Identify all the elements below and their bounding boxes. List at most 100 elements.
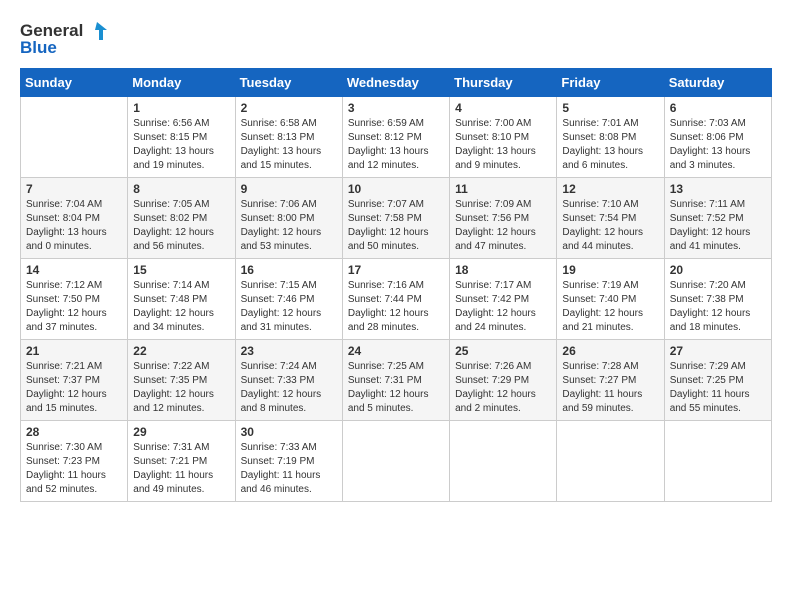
day-cell: 10 Sunrise: 7:07 AM Sunset: 7:58 PM Dayli…	[342, 178, 449, 259]
day-cell: 28 Sunrise: 7:30 AM Sunset: 7:23 PM Dayli…	[21, 421, 128, 502]
day-info: Sunrise: 7:03 AM Sunset: 8:06 PM Dayligh…	[670, 117, 766, 173]
day-number: 24	[348, 344, 444, 358]
logo-blue: Blue	[20, 38, 57, 58]
day-info: Sunrise: 7:06 AM Sunset: 8:00 PM Dayligh…	[241, 198, 337, 254]
day-cell: 23 Sunrise: 7:24 AM Sunset: 7:33 PM Dayli…	[235, 340, 342, 421]
day-number: 1	[133, 101, 229, 115]
calendar: SundayMondayTuesdayWednesdayThursdayFrid…	[20, 68, 772, 502]
day-number: 7	[26, 182, 122, 196]
day-info: Sunrise: 7:26 AM Sunset: 7:29 PM Dayligh…	[455, 360, 551, 416]
day-cell	[21, 97, 128, 178]
day-number: 19	[562, 263, 658, 277]
day-cell: 4 Sunrise: 7:00 AM Sunset: 8:10 PM Daylig…	[450, 97, 557, 178]
week-row-1: 1 Sunrise: 6:56 AM Sunset: 8:15 PM Daylig…	[21, 97, 772, 178]
logo-container: General Blue	[20, 20, 107, 58]
day-info: Sunrise: 7:01 AM Sunset: 8:08 PM Dayligh…	[562, 117, 658, 173]
day-number: 6	[670, 101, 766, 115]
day-cell: 2Sunrise: 6:58 AM Sunset: 8:13 PM Daylig…	[235, 97, 342, 178]
day-number: 4	[455, 101, 551, 115]
day-number: 2	[241, 101, 337, 115]
day-info: Sunrise: 6:56 AM Sunset: 8:15 PM Dayligh…	[133, 117, 229, 173]
day-info: Sunrise: 7:00 AM Sunset: 8:10 PM Dayligh…	[455, 117, 551, 173]
day-cell: 27 Sunrise: 7:29 AM Sunset: 7:25 PM Dayli…	[664, 340, 771, 421]
day-number: 10	[348, 182, 444, 196]
day-number: 30	[241, 425, 337, 439]
day-cell: 24 Sunrise: 7:25 AM Sunset: 7:31 PM Dayli…	[342, 340, 449, 421]
week-row-4: 21 Sunrise: 7:21 AM Sunset: 7:37 PM Dayli…	[21, 340, 772, 421]
day-info: Sunrise: 7:33 AM Sunset: 7:19 PM Dayligh…	[241, 441, 337, 497]
day-cell	[557, 421, 664, 502]
day-number: 17	[348, 263, 444, 277]
day-cell: 17Sunrise: 7:16 AM Sunset: 7:44 PM Dayli…	[342, 259, 449, 340]
day-info: Sunrise: 7:14 AM Sunset: 7:48 PM Dayligh…	[133, 279, 229, 335]
day-info: Sunrise: 7:29 AM Sunset: 7:25 PM Dayligh…	[670, 360, 766, 416]
day-header-tuesday: Tuesday	[235, 69, 342, 97]
day-header-thursday: Thursday	[450, 69, 557, 97]
day-cell: 22 Sunrise: 7:22 AM Sunset: 7:35 PM Dayli…	[128, 340, 235, 421]
logo-bird-icon	[85, 20, 107, 42]
day-header-wednesday: Wednesday	[342, 69, 449, 97]
day-number: 27	[670, 344, 766, 358]
day-info: Sunrise: 7:20 AM Sunset: 7:38 PM Dayligh…	[670, 279, 766, 335]
day-cell: 5 Sunrise: 7:01 AM Sunset: 8:08 PM Daylig…	[557, 97, 664, 178]
day-cell: 16 Sunrise: 7:15 AM Sunset: 7:46 PM Dayli…	[235, 259, 342, 340]
day-cell: 18 Sunrise: 7:17 AM Sunset: 7:42 PM Dayli…	[450, 259, 557, 340]
day-number: 18	[455, 263, 551, 277]
day-info: Sunrise: 7:19 AM Sunset: 7:40 PM Dayligh…	[562, 279, 658, 335]
day-cell	[664, 421, 771, 502]
day-info: Sunrise: 7:11 AM Sunset: 7:52 PM Dayligh…	[670, 198, 766, 254]
day-number: 16	[241, 263, 337, 277]
day-cell: 8 Sunrise: 7:05 AM Sunset: 8:02 PM Daylig…	[128, 178, 235, 259]
day-number: 13	[670, 182, 766, 196]
day-number: 8	[133, 182, 229, 196]
day-info: Sunrise: 7:09 AM Sunset: 7:56 PM Dayligh…	[455, 198, 551, 254]
day-number: 20	[670, 263, 766, 277]
day-number: 25	[455, 344, 551, 358]
day-number: 12	[562, 182, 658, 196]
day-number: 14	[26, 263, 122, 277]
week-row-3: 14Sunrise: 7:12 AM Sunset: 7:50 PM Dayli…	[21, 259, 772, 340]
day-cell: 11Sunrise: 7:09 AM Sunset: 7:56 PM Dayli…	[450, 178, 557, 259]
day-cell: 1 Sunrise: 6:56 AM Sunset: 8:15 PM Daylig…	[128, 97, 235, 178]
header-row: SundayMondayTuesdayWednesdayThursdayFrid…	[21, 69, 772, 97]
day-cell: 19 Sunrise: 7:19 AM Sunset: 7:40 PM Dayli…	[557, 259, 664, 340]
day-cell: 30 Sunrise: 7:33 AM Sunset: 7:19 PM Dayli…	[235, 421, 342, 502]
day-cell: 7 Sunrise: 7:04 AM Sunset: 8:04 PM Daylig…	[21, 178, 128, 259]
day-cell: 12 Sunrise: 7:10 AM Sunset: 7:54 PM Dayli…	[557, 178, 664, 259]
day-info: Sunrise: 7:10 AM Sunset: 7:54 PM Dayligh…	[562, 198, 658, 254]
day-header-saturday: Saturday	[664, 69, 771, 97]
day-cell: 9Sunrise: 7:06 AM Sunset: 8:00 PM Daylig…	[235, 178, 342, 259]
day-info: Sunrise: 6:59 AM Sunset: 8:12 PM Dayligh…	[348, 117, 444, 173]
day-info: Sunrise: 7:05 AM Sunset: 8:02 PM Dayligh…	[133, 198, 229, 254]
day-cell: 26 Sunrise: 7:28 AM Sunset: 7:27 PM Dayli…	[557, 340, 664, 421]
day-info: Sunrise: 7:04 AM Sunset: 8:04 PM Dayligh…	[26, 198, 122, 254]
day-info: Sunrise: 7:28 AM Sunset: 7:27 PM Dayligh…	[562, 360, 658, 416]
day-header-monday: Monday	[128, 69, 235, 97]
week-row-2: 7 Sunrise: 7:04 AM Sunset: 8:04 PM Daylig…	[21, 178, 772, 259]
day-number: 15	[133, 263, 229, 277]
day-info: Sunrise: 7:17 AM Sunset: 7:42 PM Dayligh…	[455, 279, 551, 335]
day-cell: 25 Sunrise: 7:26 AM Sunset: 7:29 PM Dayli…	[450, 340, 557, 421]
day-number: 26	[562, 344, 658, 358]
day-cell: 29 Sunrise: 7:31 AM Sunset: 7:21 PM Dayli…	[128, 421, 235, 502]
day-info: Sunrise: 7:22 AM Sunset: 7:35 PM Dayligh…	[133, 360, 229, 416]
day-cell: 15 Sunrise: 7:14 AM Sunset: 7:48 PM Dayli…	[128, 259, 235, 340]
day-number: 28	[26, 425, 122, 439]
day-cell: 3Sunrise: 6:59 AM Sunset: 8:12 PM Daylig…	[342, 97, 449, 178]
day-header-friday: Friday	[557, 69, 664, 97]
day-info: Sunrise: 7:30 AM Sunset: 7:23 PM Dayligh…	[26, 441, 122, 497]
day-info: Sunrise: 7:24 AM Sunset: 7:33 PM Dayligh…	[241, 360, 337, 416]
day-info: Sunrise: 7:31 AM Sunset: 7:21 PM Dayligh…	[133, 441, 229, 497]
day-number: 21	[26, 344, 122, 358]
day-number: 29	[133, 425, 229, 439]
day-number: 5	[562, 101, 658, 115]
day-info: Sunrise: 7:25 AM Sunset: 7:31 PM Dayligh…	[348, 360, 444, 416]
day-info: Sunrise: 7:21 AM Sunset: 7:37 PM Dayligh…	[26, 360, 122, 416]
day-cell: 13 Sunrise: 7:11 AM Sunset: 7:52 PM Dayli…	[664, 178, 771, 259]
day-number: 22	[133, 344, 229, 358]
day-number: 23	[241, 344, 337, 358]
week-row-5: 28 Sunrise: 7:30 AM Sunset: 7:23 PM Dayli…	[21, 421, 772, 502]
day-header-sunday: Sunday	[21, 69, 128, 97]
day-info: Sunrise: 7:15 AM Sunset: 7:46 PM Dayligh…	[241, 279, 337, 335]
day-info: Sunrise: 7:07 AM Sunset: 7:58 PM Dayligh…	[348, 198, 444, 254]
